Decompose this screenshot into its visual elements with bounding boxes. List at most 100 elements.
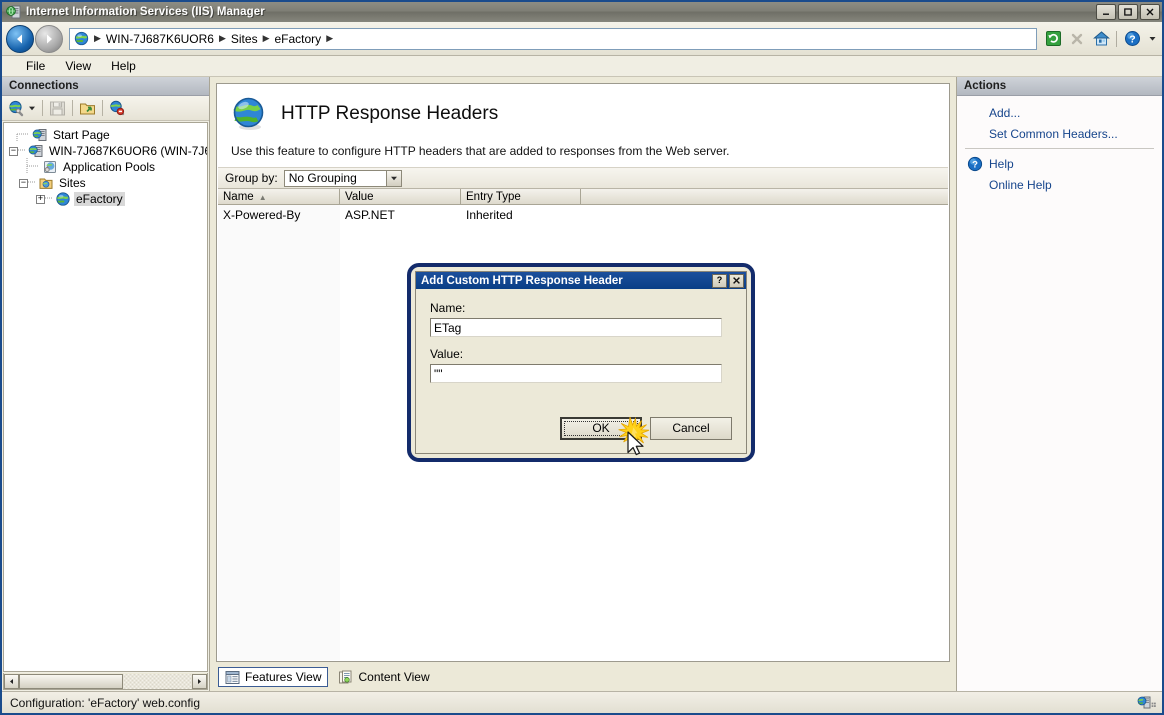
- svg-text:?: ?: [1129, 33, 1135, 45]
- table-row[interactable]: X-Powered-By ASP.NET Inherited: [218, 205, 948, 224]
- action-icon-placeholder: [967, 177, 983, 193]
- column-label: Entry Type: [466, 191, 521, 203]
- menu-view[interactable]: View: [55, 57, 101, 75]
- connections-horizontal-scrollbar[interactable]: [3, 673, 208, 690]
- add-custom-header-dialog: Add Custom HTTP Response Header ? Name: …: [407, 263, 755, 462]
- toolbar-divider-3: [102, 100, 103, 116]
- home-icon[interactable]: [1091, 29, 1111, 49]
- tree-dotline: [45, 190, 53, 209]
- action-set-common-headers[interactable]: Set Common Headers...: [957, 123, 1162, 144]
- globe-icon: [74, 31, 89, 46]
- status-bar-right: [1136, 695, 1156, 711]
- action-label: Online Help: [989, 177, 1052, 192]
- action-add[interactable]: Add...: [957, 102, 1162, 123]
- column-header-value[interactable]: Value: [340, 189, 461, 205]
- column-header-name[interactable]: Name ▲: [218, 189, 340, 205]
- actions-divider: [965, 148, 1154, 149]
- tree-item-efactory[interactable]: + eFactory: [4, 191, 207, 207]
- actions-header: Actions: [957, 77, 1162, 96]
- action-help[interactable]: ? Help: [957, 153, 1162, 174]
- tab-content-view[interactable]: Content View: [332, 667, 435, 687]
- http-response-headers-icon: [231, 96, 267, 132]
- help-icon[interactable]: ?: [1122, 29, 1142, 49]
- disconnect-icon[interactable]: [109, 100, 126, 117]
- back-arrow-icon[interactable]: [6, 24, 34, 53]
- dialog-help-button[interactable]: ?: [712, 273, 727, 288]
- window-title: Internet Information Services (IIS) Mana…: [26, 6, 265, 18]
- sort-ascending-icon: ▲: [258, 192, 267, 202]
- status-bar: Configuration: 'eFactory' web.config: [2, 691, 1162, 713]
- name-input[interactable]: ETag: [430, 318, 722, 337]
- scrollbar-thumb[interactable]: [19, 673, 123, 689]
- toolbar-divider: [1116, 30, 1117, 47]
- value-input[interactable]: "": [430, 364, 722, 383]
- save-icon: [49, 100, 66, 117]
- chevron-down-icon[interactable]: [385, 170, 401, 186]
- column-label: Value: [345, 191, 374, 203]
- group-by-bar: Group by: No Grouping: [218, 167, 948, 189]
- address-bar: ▶ WIN-7J687K6UOR6 ▶ Sites ▶ eFactory ▶ ?: [2, 22, 1162, 56]
- forward-arrow-icon[interactable]: [35, 24, 63, 53]
- menu-bar: File View Help: [2, 56, 1162, 77]
- minimize-button[interactable]: [1096, 4, 1116, 20]
- close-button[interactable]: [1140, 4, 1160, 20]
- headers-list-header: Name ▲ Value Entry Type: [218, 189, 948, 205]
- group-by-value: No Grouping: [288, 171, 357, 185]
- name-field-label: Name:: [430, 301, 466, 315]
- breadcrumb-separator-2: ▶: [262, 33, 270, 43]
- action-online-help[interactable]: Online Help: [957, 174, 1162, 195]
- open-folder-icon[interactable]: [79, 100, 96, 117]
- breadcrumb-separator-1: ▶: [218, 33, 226, 43]
- menu-file[interactable]: File: [16, 57, 55, 75]
- connect-globe-icon[interactable]: [8, 100, 25, 117]
- breadcrumb-server[interactable]: WIN-7J687K6UOR6: [106, 32, 214, 46]
- scroll-left-button[interactable]: [4, 673, 19, 689]
- scroll-right-button[interactable]: [192, 673, 207, 689]
- dialog-window: Add Custom HTTP Response Header ? Name: …: [415, 271, 747, 456]
- tree-expander-collapse[interactable]: −: [9, 146, 18, 156]
- dialog-footer: OK Cancel: [416, 409, 746, 456]
- feature-description: Use this feature to configure HTTP heade…: [231, 144, 730, 158]
- tab-features-view[interactable]: Features View: [218, 667, 329, 687]
- status-text: Configuration: 'eFactory' web.config: [10, 695, 201, 710]
- name-input-value: ETag: [434, 320, 462, 335]
- menu-help[interactable]: Help: [101, 57, 146, 75]
- connect-dropdown-icon[interactable]: [28, 104, 36, 112]
- tree-item-sites[interactable]: − Sites: [4, 175, 207, 191]
- cancel-button[interactable]: Cancel: [650, 416, 732, 440]
- breadcrumb-separator-3: ▶: [326, 33, 334, 43]
- action-icon-placeholder: [967, 126, 983, 142]
- scrollbar-track[interactable]: [19, 673, 192, 689]
- tree-item-label: Application Pools: [63, 160, 156, 174]
- connections-tree[interactable]: Start Page − WIN-7J687K6UOR6 (WIN-7J687 …: [3, 122, 208, 672]
- tree-item-label: WIN-7J687K6UOR6 (WIN-7J687: [49, 144, 208, 158]
- tree-item-start-page[interactable]: Start Page: [4, 127, 207, 143]
- tree-dotline: [18, 142, 26, 161]
- breadcrumb-efactory[interactable]: eFactory: [275, 32, 322, 46]
- tree-item-label: Start Page: [53, 128, 110, 142]
- cell-name: X-Powered-By: [223, 207, 301, 222]
- tree-expander-collapse-sites[interactable]: −: [19, 178, 28, 188]
- ok-button[interactable]: OK: [560, 416, 642, 440]
- maximize-button[interactable]: [1118, 4, 1138, 20]
- help-circle-icon: ?: [967, 156, 983, 172]
- breadcrumb-address-field[interactable]: ▶ WIN-7J687K6UOR6 ▶ Sites ▶ eFactory ▶: [69, 27, 1037, 50]
- action-icon-placeholder: [967, 105, 983, 121]
- breadcrumb-sites[interactable]: Sites: [231, 32, 258, 46]
- group-by-select[interactable]: No Grouping: [283, 169, 402, 187]
- svg-text:?: ?: [972, 159, 978, 170]
- actions-pane: Actions Add... Set Common Headers... ? H…: [956, 77, 1162, 691]
- dialog-title: Add Custom HTTP Response Header: [421, 274, 623, 287]
- refresh-icon[interactable]: [1043, 29, 1063, 49]
- tree-expander-expand-efactory[interactable]: +: [36, 194, 45, 204]
- iis-manager-icon: [6, 4, 22, 20]
- name-column-background: [218, 205, 340, 660]
- column-header-entry-type[interactable]: Entry Type: [461, 189, 581, 205]
- help-dropdown-icon[interactable]: [1146, 29, 1158, 49]
- features-view-icon: [225, 670, 240, 685]
- action-label: Help: [989, 156, 1014, 171]
- dialog-close-button[interactable]: [729, 273, 744, 288]
- tab-label: Features View: [245, 670, 322, 684]
- actions-list: Add... Set Common Headers... ? Help Onli…: [957, 96, 1162, 195]
- toolbar-divider-1: [42, 100, 43, 116]
